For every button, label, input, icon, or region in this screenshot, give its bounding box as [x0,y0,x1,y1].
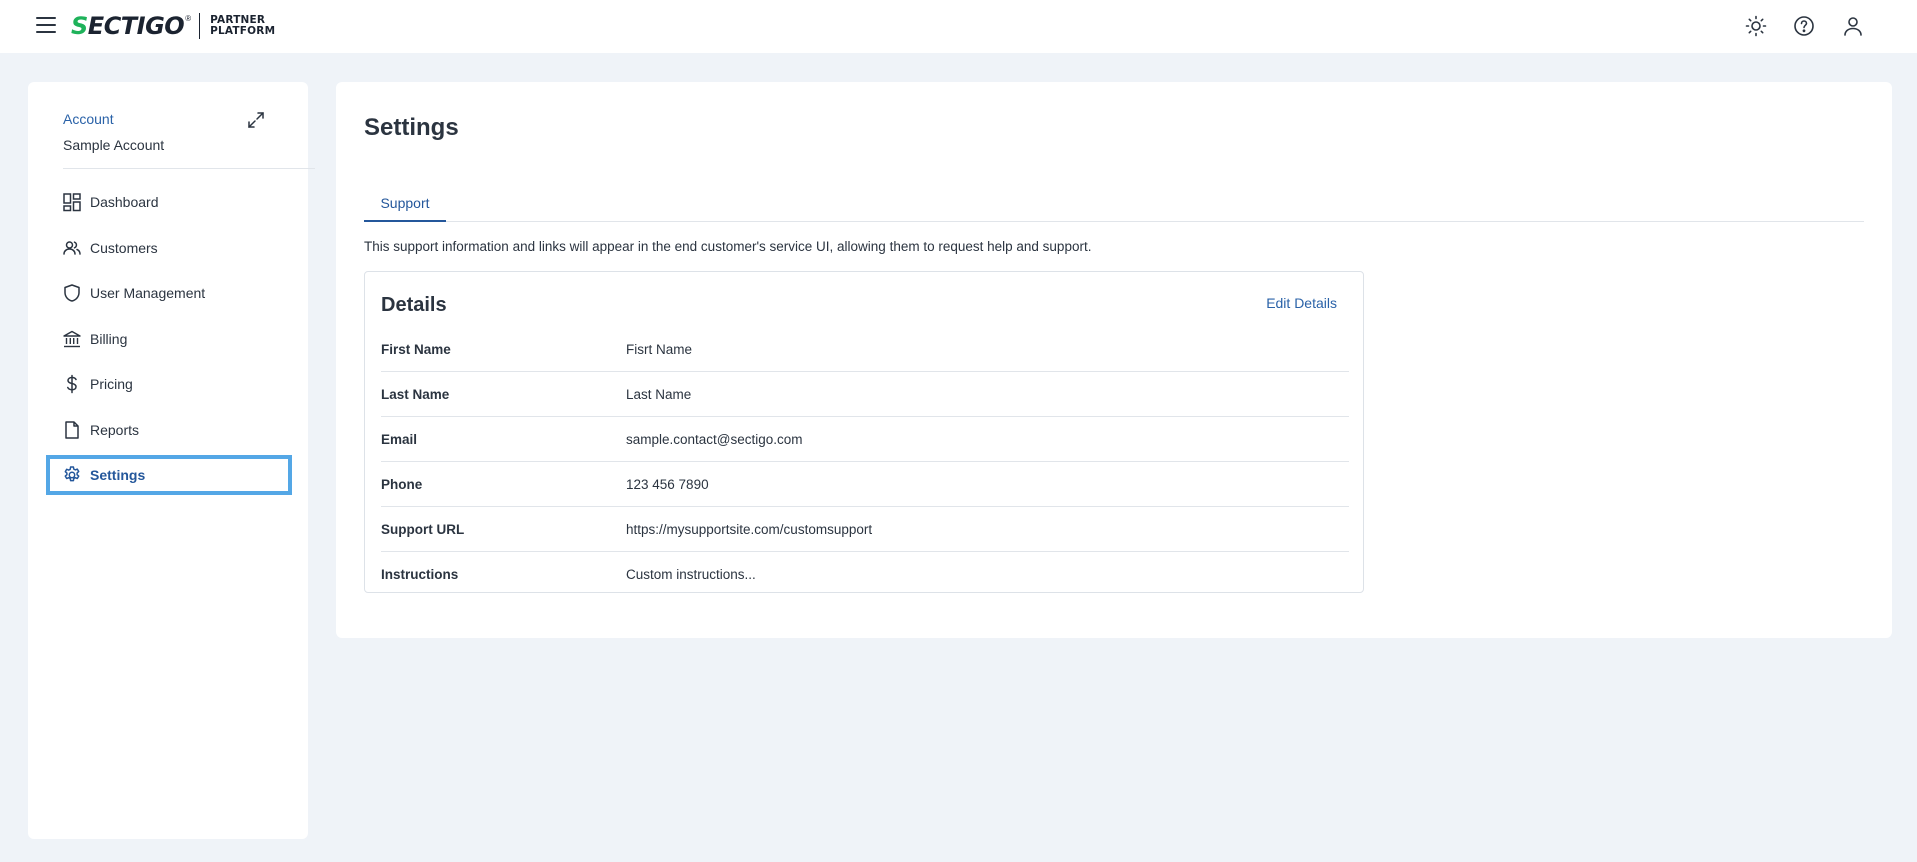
expand-icon[interactable] [246,110,266,130]
sidebar-divider [63,168,315,169]
bank-icon [62,329,82,349]
logo-subtitle: PARTNER PLATFORM [210,14,276,37]
sidebar: Account Sample Account Dashboard Custome… [28,82,315,839]
sidebar-item-label: User Management [90,285,206,301]
details-row-email: Email sample.contact@sectigo.com [381,417,1349,462]
file-icon [62,420,82,440]
field-label: First Name [381,341,451,357]
account-label[interactable]: Account [63,111,114,127]
details-row-instructions: Instructions Custom instructions... [381,552,1349,597]
sectigo-logo[interactable]: SECTIGO ® PARTNER PLATFORM [71,12,275,40]
field-value: Custom instructions... [626,567,756,582]
support-description: This support information and links will … [364,239,1092,254]
sidebar-item-user-management[interactable]: User Management [46,273,292,313]
sidebar-item-reports[interactable]: Reports [46,410,292,450]
details-row-support-url: Support URL https://mysupportsite.com/cu… [381,507,1349,552]
tab-support[interactable]: Support [364,186,446,222]
customers-icon [62,238,82,258]
dollar-icon [62,374,82,394]
details-row-phone: Phone 123 456 7890 [381,462,1349,507]
edit-details-link[interactable]: Edit Details [1266,295,1337,311]
top-bar: SECTIGO ® PARTNER PLATFORM [0,0,1917,53]
details-card: Details Edit Details First Name Fisrt Na… [364,271,1364,593]
field-value: Fisrt Name [626,341,693,357]
field-value: 123 456 7890 [626,476,709,492]
details-rows: First Name Fisrt Name Last Name Last Nam… [381,327,1349,597]
page-title: Settings [364,114,459,141]
logo-wordmark: SECTIGO [71,12,185,40]
field-value: sample.contact@sectigo.com [626,431,803,447]
sidebar-item-label: Reports [90,421,140,438]
main-panel: Settings Support This support informatio… [336,82,1892,638]
details-row-first-name: First Name Fisrt Name [381,327,1349,372]
shield-icon [62,283,82,303]
account-name: Sample Account [63,137,165,153]
sidebar-item-pricing[interactable]: Pricing [46,364,292,404]
field-label: Support URL [381,521,465,537]
sidebar-item-label: Customers [90,239,158,256]
logo-registered-mark: ® [185,14,192,23]
sidebar-item-label: Settings [90,467,146,483]
gear-icon [62,465,82,485]
user-icon[interactable] [1841,14,1865,38]
field-label: Last Name [381,386,450,402]
sidebar-item-label: Dashboard [90,194,159,210]
logo-divider [199,13,201,39]
details-title: Details [381,294,447,316]
theme-sun-icon[interactable] [1744,14,1768,38]
details-row-last-name: Last Name Last Name [381,372,1349,417]
sidebar-item-customers[interactable]: Customers [46,228,292,268]
field-value: Last Name [626,386,692,402]
sidebar-nav: Dashboard Customers User Management Bill… [46,182,292,501]
sidebar-item-label: Billing [90,330,128,347]
sidebar-item-label: Pricing [90,376,133,392]
menu-icon[interactable] [36,17,56,33]
field-label: Phone [381,476,423,492]
tab-bar: Support [364,186,1864,222]
help-icon[interactable] [1792,14,1816,38]
field-label: Email [381,431,418,447]
sidebar-item-settings[interactable]: Settings [46,455,292,495]
sidebar-item-dashboard[interactable]: Dashboard [46,182,292,222]
field-label: Instructions [381,567,459,582]
field-value: https://mysupportsite.com/customsupport [626,521,873,537]
sidebar-item-billing[interactable]: Billing [46,319,292,359]
dashboard-icon [62,192,82,212]
